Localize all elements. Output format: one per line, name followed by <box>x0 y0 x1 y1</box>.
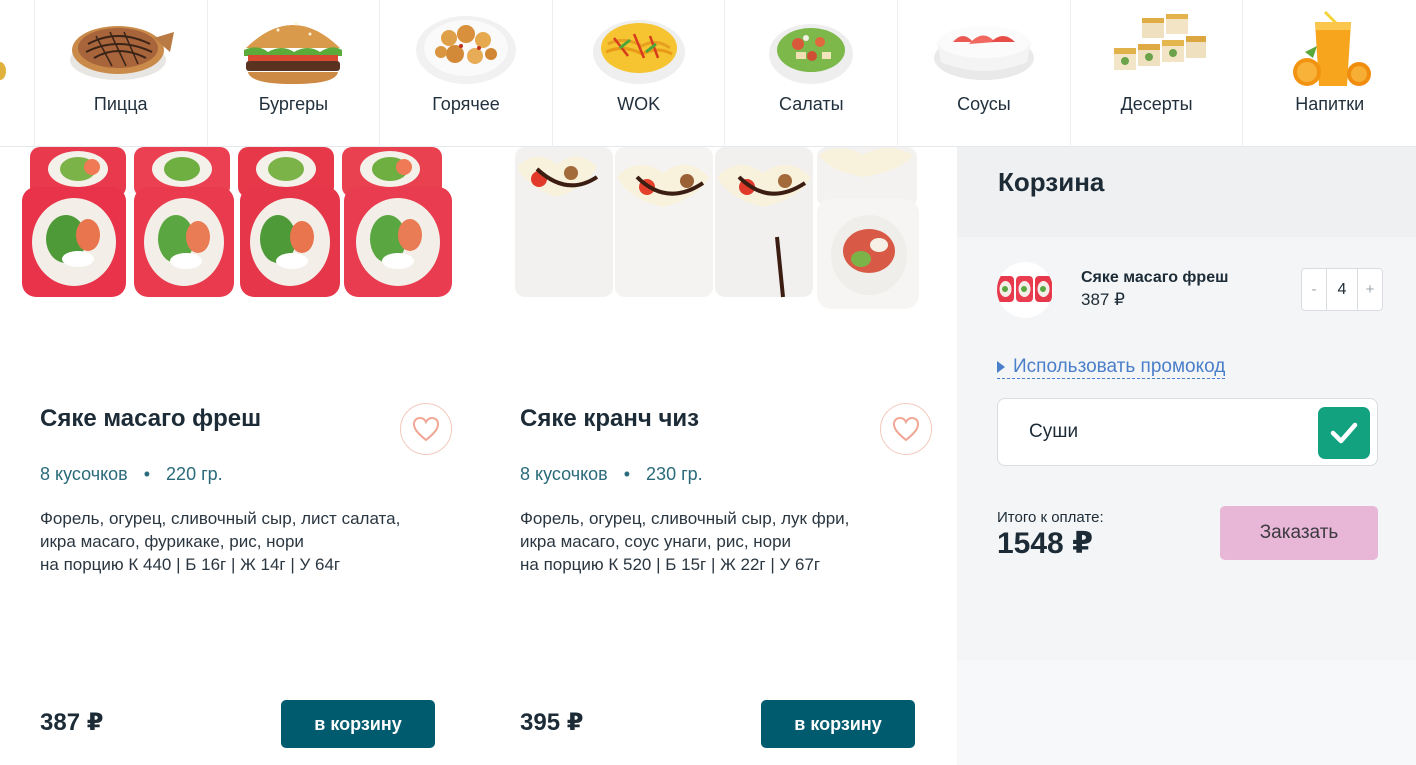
category-label: Десерты <box>1120 94 1193 114</box>
basket-header: Корзина <box>957 147 1416 237</box>
category-wok[interactable]: WOK <box>553 0 726 147</box>
quantity-value[interactable]: 4 <box>1326 269 1358 310</box>
category-label: Бургеры <box>258 94 329 114</box>
favorite-button[interactable] <box>400 403 452 455</box>
basket-item-price: 387 ₽ <box>1081 290 1125 309</box>
category-label: Соусы <box>957 94 1011 114</box>
category-label: Пицца <box>93 94 148 114</box>
description-line: Форель, огурец, сливочный сыр, лук фри, <box>520 509 850 528</box>
order-button[interactable]: Заказать <box>1220 506 1378 560</box>
product-card: Сяке масаго фреш 8 кусочков • 220 гр. Фо… <box>0 147 480 765</box>
promo-code-value[interactable]: Суши <box>1029 421 1078 443</box>
basket-title: Корзина <box>998 167 1105 197</box>
product-weight: 230 гр. <box>646 464 703 484</box>
category-nav: Пицца Бургеры Горячее WOK Салаты Соусы Д… <box>0 0 1416 147</box>
product-meta: 8 кусочков • 220 гр. <box>40 464 223 485</box>
product-image <box>515 147 919 309</box>
description-line: Форель, огурец, сливочный сыр, лист сала… <box>40 509 401 528</box>
category-label: Горячее <box>432 94 500 114</box>
category-drinks[interactable]: Напитки <box>1243 0 1416 147</box>
category-scroll-edge <box>0 0 35 147</box>
heart-icon <box>892 416 920 442</box>
category-label: Салаты <box>779 94 844 114</box>
product-image <box>22 147 452 297</box>
pieces-count: 8 кусочков <box>40 464 128 484</box>
promo-link-label: Использовать промокод <box>1013 356 1226 377</box>
total-value: 1548 ₽ <box>997 527 1093 560</box>
dessert-icon <box>1113 14 1206 70</box>
checkmark-icon <box>1330 422 1358 444</box>
increase-button[interactable]: + <box>1358 269 1382 310</box>
favorite-button[interactable] <box>880 403 932 455</box>
product-title[interactable]: Сяке масаго фреш <box>40 405 261 433</box>
product-description: Форель, огурец, сливочный сыр, лук фри, … <box>520 507 930 576</box>
category-hot[interactable]: Горячее <box>380 0 553 147</box>
basket-footer-area <box>957 660 1416 765</box>
basket-panel: Сяке масаго фреш 387 ₽ - 4 + Использоват… <box>957 237 1416 660</box>
category-label: Напитки <box>1295 94 1365 114</box>
promo-code-field[interactable]: Суши <box>997 398 1378 466</box>
quantity-stepper: - 4 + <box>1301 268 1383 311</box>
product-weight: 220 гр. <box>166 464 223 484</box>
burger-icon <box>244 22 343 84</box>
category-pizza[interactable]: Пицца <box>35 0 208 147</box>
pizza-icon <box>69 26 174 80</box>
separator-dot: • <box>623 464 631 484</box>
sauce-icon <box>933 26 1034 80</box>
promo-code-toggle[interactable]: Использовать промокод <box>997 356 1226 379</box>
food-edge-image <box>0 62 6 80</box>
heart-icon <box>412 416 440 442</box>
drink-icon <box>1292 10 1371 86</box>
caret-right-icon <box>997 361 1005 373</box>
add-to-cart-button[interactable]: в корзину <box>281 700 435 748</box>
product-card: Сяке кранч чиз 8 кусочков • 230 гр. Форе… <box>477 147 957 765</box>
product-description: Форель, огурец, сливочный сыр, лист сала… <box>40 507 450 576</box>
nutrition-line: на порцию К 520 | Б 15г | Ж 22г | У 67г <box>520 555 821 574</box>
pieces-count: 8 кусочков <box>520 464 608 484</box>
basket-item-name: Сяке масаго фреш <box>1081 269 1229 286</box>
category-desserts[interactable]: Десерты <box>1071 0 1244 147</box>
description-line: икра масаго, фурикаке, рис, нори <box>40 532 304 551</box>
product-price: 395 ₽ <box>520 709 584 736</box>
product-title[interactable]: Сяке кранч чиз <box>520 405 699 433</box>
apply-promo-button[interactable] <box>1318 407 1370 459</box>
separator-dot: • <box>143 464 151 484</box>
total-label: Итого к оплате: <box>997 509 1104 526</box>
category-sauces[interactable]: Соусы <box>898 0 1071 147</box>
sushi-thumbnail-image <box>997 276 1052 302</box>
category-burgers[interactable]: Бургеры <box>208 0 381 147</box>
decrease-button[interactable]: - <box>1302 269 1326 310</box>
nutrition-line: на порцию К 440 | Б 16г | Ж 14г | У 64г <box>40 555 341 574</box>
product-meta: 8 кусочков • 230 гр. <box>520 464 703 485</box>
category-label: WOK <box>617 94 661 114</box>
salad-icon <box>769 24 854 84</box>
description-line: икра масаго, соус унаги, рис, нори <box>520 532 792 551</box>
basket-item-thumbnail <box>997 262 1053 318</box>
wok-icon <box>592 20 685 84</box>
add-to-cart-button[interactable]: в корзину <box>761 700 915 748</box>
category-salads[interactable]: Салаты <box>725 0 899 147</box>
product-price: 387 ₽ <box>40 709 104 736</box>
hot-dish-icon <box>416 16 517 84</box>
